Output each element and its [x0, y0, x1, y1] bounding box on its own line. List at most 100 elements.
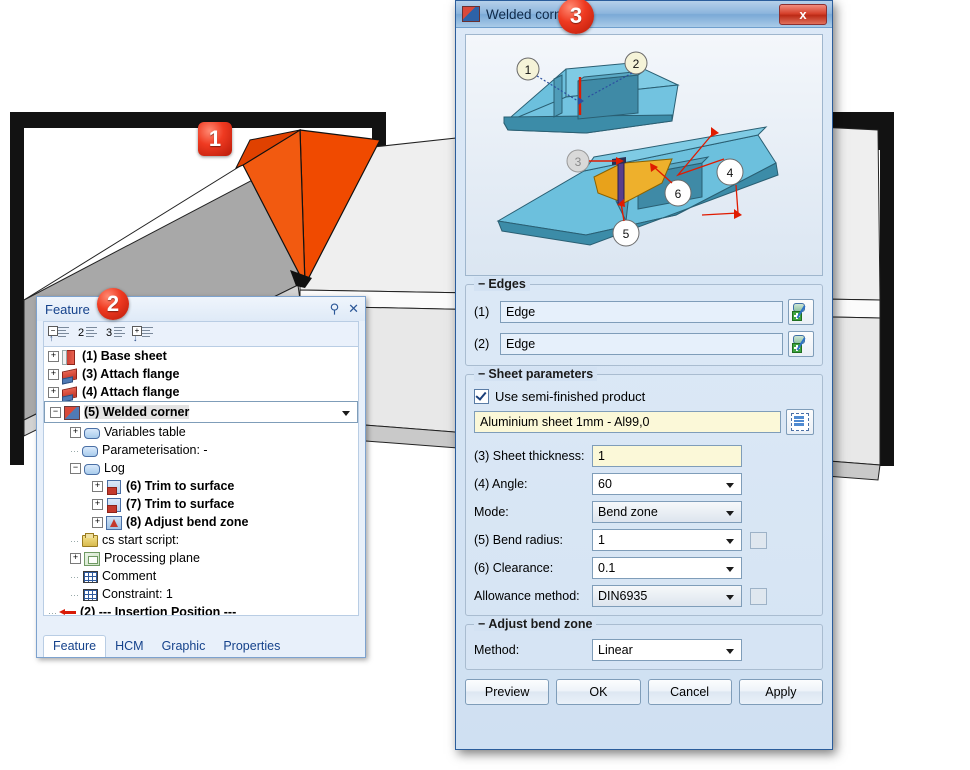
tree-item[interactable]: + Processing plane — [44, 549, 358, 567]
tree-item[interactable]: (2) --- Insertion Position --- — [44, 603, 358, 616]
edge-row-1: (1) Edge — [474, 299, 814, 325]
tab-hcm[interactable]: HCM — [106, 636, 152, 657]
tree-expand-toggle[interactable]: + — [92, 516, 103, 528]
feature-tree-toolbar[interactable]: − ↑ 2 3 + ↓ — [43, 321, 359, 346]
edge-1-input[interactable]: Edge — [500, 301, 783, 323]
tree-connector — [70, 535, 79, 545]
minus-icon: − — [478, 277, 486, 291]
tree-lines-icon — [86, 327, 97, 341]
welded-corner-dialog[interactable]: Welded corner x 1 2 3 4 5 6 − Edges (1) … — [455, 0, 833, 750]
tree-item-label: Log — [104, 461, 125, 475]
tree-collapse-toggle[interactable]: − — [50, 406, 61, 418]
edge-2-input[interactable]: Edge — [500, 333, 783, 355]
expand-all-button[interactable]: + ↓ — [132, 324, 154, 344]
dialog-close-button[interactable]: x — [779, 3, 827, 25]
svg-text:4: 4 — [727, 166, 734, 180]
apply-button[interactable]: Apply — [738, 679, 823, 705]
blue-rr-icon — [81, 443, 98, 458]
pin-icon[interactable]: ⚲ — [330, 301, 340, 317]
tree-item-label: (7) Trim to surface — [126, 497, 235, 511]
tree-expand-toggle[interactable]: + — [48, 368, 59, 380]
tree-item[interactable]: + Variables table — [44, 423, 358, 441]
tree-item[interactable]: + (3) Attach flange — [44, 365, 358, 383]
material-input[interactable]: Aluminium sheet 1mm - Al99,0 — [474, 411, 781, 433]
level-3-label: 3 — [106, 327, 113, 339]
edge-1-pick-button[interactable] — [788, 299, 814, 325]
sheet-thickness-input[interactable]: 1 — [592, 445, 742, 467]
tree-item-label: Parameterisation: - — [102, 443, 208, 457]
feature-panel-title: Feature — [45, 301, 90, 317]
tree-item[interactable]: − (5) Welded corner — [44, 401, 358, 423]
tree-item[interactable]: Parameterisation: - — [44, 441, 358, 459]
ok-button[interactable]: OK — [556, 679, 641, 705]
allowance-method-select[interactable]: DIN6935 — [592, 585, 742, 607]
tree-item[interactable]: + (6) Trim to surface — [44, 477, 358, 495]
tree-collapse-toggle[interactable]: − — [70, 462, 81, 474]
tree-item[interactable]: − Log — [44, 459, 358, 477]
feature-panel-tabs[interactable]: Feature HCM Graphic Properties — [37, 633, 365, 657]
tab-properties[interactable]: Properties — [214, 636, 289, 657]
tree-item[interactable]: Comment — [44, 567, 358, 585]
feature-panel-titlebar: Feature ⚲ ✕ — [37, 297, 365, 321]
sheet-thickness-label: (3) Sheet thickness: — [474, 449, 585, 463]
script-icon — [81, 532, 98, 548]
mode-select[interactable]: Bend zone — [592, 501, 742, 523]
allowance-method-label: Allowance method: — [474, 589, 580, 603]
tree-expand-toggle[interactable]: + — [48, 386, 59, 398]
angle-select[interactable]: 60 — [592, 473, 742, 495]
svg-text:1: 1 — [525, 63, 532, 77]
bend-radius-checkbox[interactable] — [750, 531, 767, 549]
tree-connector — [70, 589, 79, 599]
dialog-titlebar: Welded corner x — [456, 1, 832, 28]
edge-1-index: (1) — [474, 305, 490, 319]
feature-tree[interactable]: + (1) Base sheet + (3) Attach flange + (4) At… — [43, 346, 359, 616]
down-arrow-icon: ↓ — [133, 333, 138, 343]
tree-lines-icon — [114, 327, 125, 341]
adjust-bend-zone-group-title: − Adjust bend zone — [474, 617, 597, 631]
tree-expand-toggle[interactable]: + — [92, 498, 103, 510]
tree-item[interactable]: cs start script: — [44, 531, 358, 549]
welded-corner-diagram: 1 2 3 4 5 6 — [496, 51, 779, 247]
collapse-all-button[interactable]: − ↑ — [48, 324, 70, 344]
tree-expand-toggle[interactable]: + — [70, 426, 81, 438]
tree-item[interactable]: + (8) Adjust bend zone — [44, 513, 358, 531]
allowance-method-row: Allowance method: DIN6935 — [474, 585, 814, 607]
svg-text:3: 3 — [575, 155, 582, 169]
close-icon[interactable]: ✕ — [348, 301, 359, 317]
angle-label: (4) Angle: — [474, 477, 528, 491]
tree-item[interactable]: + (4) Attach flange — [44, 383, 358, 401]
expand-level-2-button[interactable]: 2 — [76, 324, 98, 344]
edge-row-2: (2) Edge — [474, 331, 814, 357]
svg-text:6: 6 — [675, 187, 682, 201]
tree-expand-toggle[interactable]: + — [70, 552, 81, 564]
tree-expand-toggle[interactable]: + — [48, 350, 59, 362]
tree-item[interactable]: + (1) Base sheet — [44, 347, 358, 365]
tree-item[interactable]: Constraint: 1 — [44, 585, 358, 603]
allowance-method-checkbox[interactable] — [750, 587, 767, 605]
tree-connector — [48, 607, 57, 615]
cancel-button[interactable]: Cancel — [647, 679, 732, 705]
material-table-button[interactable] — [786, 409, 814, 435]
grid-icon — [81, 569, 98, 584]
tree-connector — [70, 445, 79, 455]
clearance-select[interactable]: 0.1 — [592, 557, 742, 579]
preview-button[interactable]: Preview — [465, 679, 550, 705]
tree-item[interactable]: + (7) Trim to surface — [44, 495, 358, 513]
tree-item-label: (4) Attach flange — [82, 385, 180, 399]
bend-radius-select[interactable]: 1 — [592, 529, 742, 551]
tree-expand-toggle[interactable]: + — [92, 480, 103, 492]
tree-item-label: (2) --- Insertion Position --- — [80, 605, 237, 616]
method-select[interactable]: Linear — [592, 639, 742, 661]
tree-item-label: (8) Adjust bend zone — [126, 515, 249, 529]
edge-2-pick-button[interactable] — [788, 331, 814, 357]
tree-connector — [70, 571, 79, 581]
feature-panel[interactable]: Feature ⚲ ✕ − ↑ 2 3 + ↓ + (1) Base sheet +… — [36, 288, 366, 658]
minus-icon: − — [478, 617, 486, 631]
tab-graphic[interactable]: Graphic — [153, 636, 215, 657]
use-semi-finished-checkbox[interactable] — [474, 389, 489, 404]
expand-level-3-button[interactable]: 3 — [104, 324, 126, 344]
tab-feature[interactable]: Feature — [43, 635, 107, 657]
table-icon — [791, 413, 809, 431]
tree-item-label: (3) Attach flange — [82, 367, 180, 381]
bend-icon — [105, 515, 122, 530]
